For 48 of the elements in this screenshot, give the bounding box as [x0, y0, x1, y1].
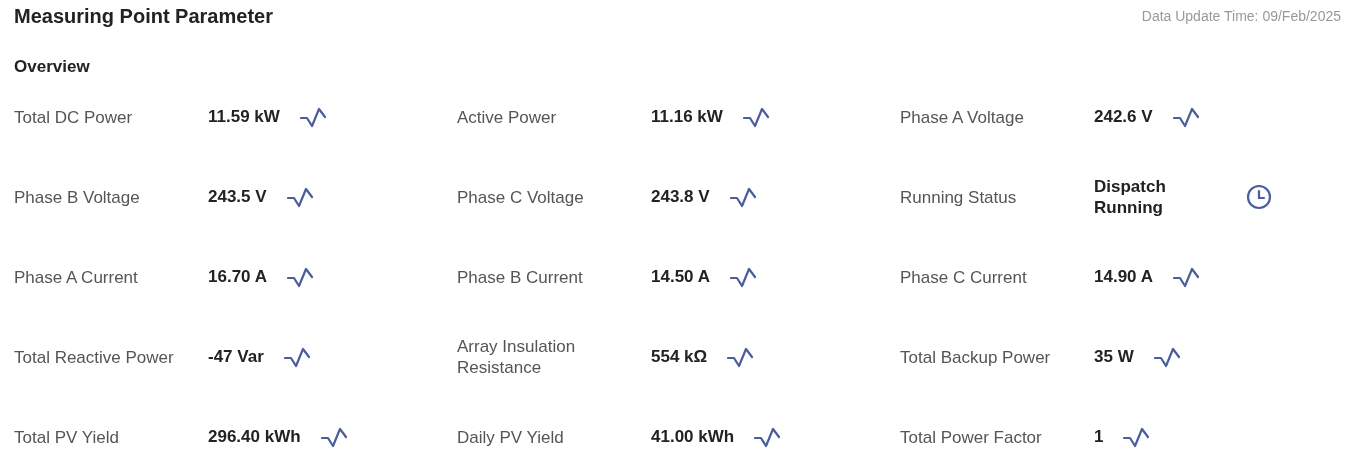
parameter-value: -47 Var — [208, 346, 264, 369]
trend-chart-icon[interactable] — [729, 266, 756, 288]
parameter-value: 1 — [1094, 426, 1104, 449]
parameter-label: Running Status — [900, 186, 1018, 208]
trend-chart-icon[interactable] — [1172, 266, 1199, 288]
trend-chart-icon[interactable] — [286, 186, 313, 208]
trend-chart-icon[interactable] — [1123, 426, 1150, 448]
trend-chart-icon[interactable] — [1153, 346, 1180, 368]
trend-chart-icon[interactable] — [283, 346, 310, 368]
parameter-label: Total Power Factor — [900, 426, 1043, 448]
parameter-value: 11.59 kW — [208, 106, 280, 129]
parameter-label: Total DC Power — [14, 106, 134, 128]
trend-chart-icon[interactable] — [1172, 106, 1199, 128]
parameter-label: Total PV Yield — [14, 426, 120, 448]
parameter-label: Phase B Voltage — [14, 186, 141, 208]
trend-chart-icon[interactable] — [299, 106, 326, 128]
parameter-value: 554 kΩ — [651, 346, 708, 369]
trend-chart-icon[interactable] — [320, 426, 347, 448]
parameter-value: 243.5 V — [208, 186, 267, 209]
parameter-label: Phase A Voltage — [900, 106, 1025, 128]
trend-chart-icon[interactable] — [754, 426, 781, 448]
parameter-label: Phase B Current — [457, 266, 584, 288]
trend-chart-icon[interactable] — [742, 106, 769, 128]
trend-chart-icon[interactable] — [729, 186, 756, 208]
parameter-label: Total Backup Power — [900, 346, 1052, 368]
parameter-value: 41.00 kWh — [651, 426, 735, 449]
trend-chart-icon[interactable] — [727, 346, 754, 368]
parameter-value: 35 W — [1094, 346, 1134, 369]
trend-chart-icon[interactable] — [286, 266, 313, 288]
parameter-value: 14.90 A — [1094, 266, 1153, 289]
parameter-label: Phase C Voltage — [457, 186, 585, 208]
clock-icon[interactable] — [1246, 184, 1272, 210]
parameter-label: Phase C Current — [900, 266, 1028, 288]
parameter-value: 14.50 A — [651, 266, 710, 289]
parameter-label: Array Insulation Resistance — [457, 336, 577, 378]
parameter-label: Phase A Current — [14, 266, 139, 288]
page-title: Measuring Point Parameter — [14, 4, 273, 29]
parameter-label: Daily PV Yield — [457, 426, 565, 448]
section-title: Overview — [14, 56, 90, 79]
update-time: Data Update Time: 09/Feb/2025 — [1141, 6, 1341, 26]
parameter-label: Active Power — [457, 106, 558, 128]
parameter-value: 11.16 kW — [651, 106, 723, 129]
parameter-value: Dispatch Running — [1094, 176, 1167, 218]
parameter-value: 242.6 V — [1094, 106, 1153, 129]
parameter-label: Total Reactive Power — [14, 346, 175, 368]
parameter-value: 296.40 kWh — [208, 426, 301, 449]
parameter-value: 243.8 V — [651, 186, 710, 209]
parameter-value: 16.70 A — [208, 266, 267, 289]
